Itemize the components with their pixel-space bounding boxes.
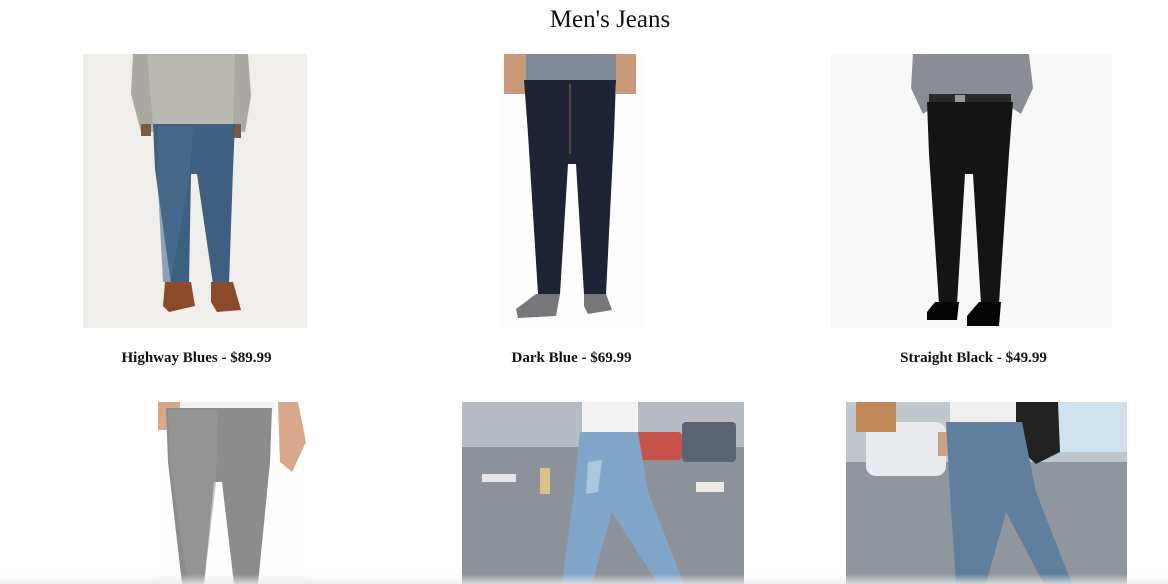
product-image-street-jeans[interactable]	[846, 402, 1127, 584]
product-image-grey-jeans[interactable]	[158, 402, 306, 584]
product-image-dark-blue[interactable]	[498, 54, 643, 328]
product-caption-highway-blues[interactable]: Highway Blues - $89.99	[83, 350, 310, 367]
product-caption-straight-black[interactable]: Straight Black - $49.99	[860, 350, 1087, 367]
scroll-fade	[0, 574, 1168, 584]
product-image-distressed-jeans[interactable]	[462, 402, 744, 584]
page-title: Men's Jeans	[549, 6, 671, 33]
product-image-highway-blues[interactable]	[83, 54, 307, 328]
product-caption-dark-blue[interactable]: Dark Blue - $69.99	[458, 350, 685, 367]
product-image-straight-black[interactable]	[831, 54, 1112, 328]
